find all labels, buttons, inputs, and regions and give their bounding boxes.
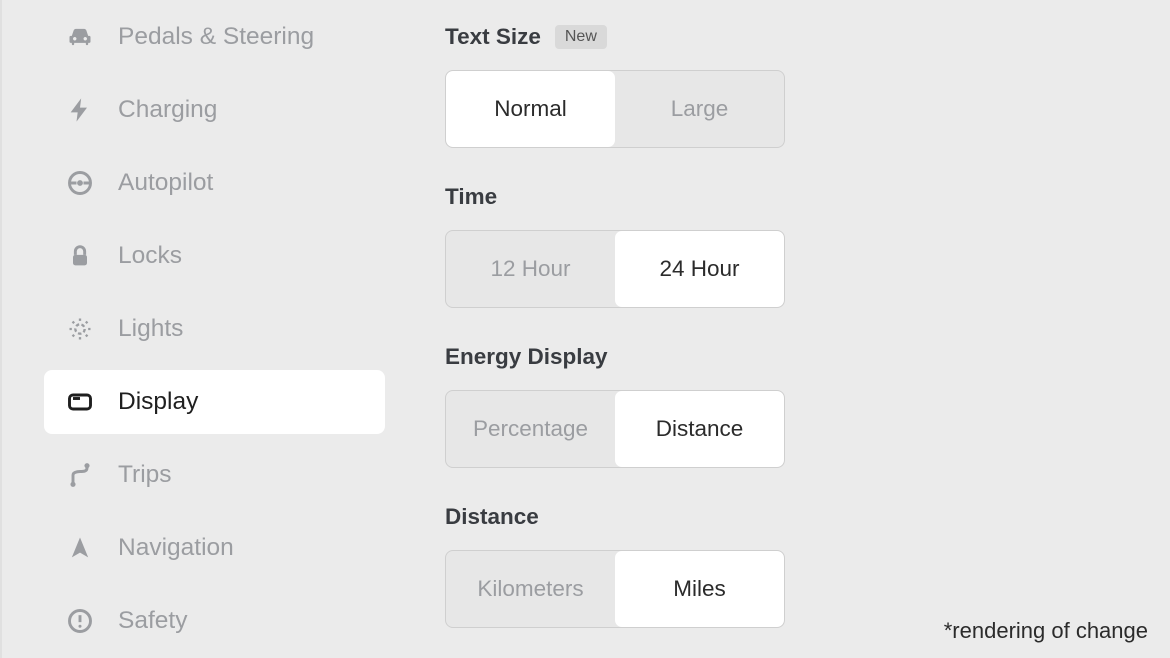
navigation-icon [66,534,94,562]
sidebar-item-trips[interactable]: Trips [44,439,385,512]
steering-wheel-icon [66,169,94,197]
sidebar-item-label: Safety [118,607,187,635]
segmented-energy: Percentage Distance [445,390,785,468]
segment-time-24hour[interactable]: 24 Hour [615,231,784,307]
new-badge: New [555,25,607,49]
setting-energy-display: Energy Display Percentage Distance [445,344,1170,468]
sidebar-item-charging[interactable]: Charging [44,73,385,146]
setting-text-size: Text Size New Normal Large [445,24,1170,148]
sidebar-item-locks[interactable]: Locks [44,219,385,292]
sidebar: Pedals & Steering Charging Autopilot Loc… [10,0,405,658]
trips-icon [66,461,94,489]
display-icon [66,388,94,416]
segmented-text-size: Normal Large [445,70,785,148]
sidebar-item-label: Lights [118,315,183,343]
setting-time: Time 12 Hour 24 Hour [445,184,1170,308]
sidebar-item-label: Locks [118,242,182,270]
segment-text-size-normal[interactable]: Normal [446,71,615,147]
lock-icon [66,242,94,270]
sidebar-item-label: Display [118,388,198,416]
sidebar-item-display[interactable]: Display [44,370,385,433]
sidebar-item-safety[interactable]: Safety [44,585,385,658]
segment-energy-distance[interactable]: Distance [615,391,784,467]
footnote: *rendering of change [944,618,1148,644]
setting-label-distance: Distance [445,504,539,530]
setting-distance: Distance Kilometers Miles [445,504,1170,628]
sidebar-item-lights[interactable]: Lights [44,292,385,365]
sidebar-item-label: Trips [118,461,172,489]
bolt-icon [66,96,94,124]
segment-text-size-large[interactable]: Large [615,71,784,147]
sidebar-item-label: Autopilot [118,169,213,197]
light-icon [66,315,94,343]
safety-icon [66,607,94,635]
setting-label-text-size: Text Size [445,24,541,50]
sidebar-item-autopilot[interactable]: Autopilot [44,146,385,219]
segmented-distance: Kilometers Miles [445,550,785,628]
sidebar-item-pedals-steering[interactable]: Pedals & Steering [44,0,385,73]
segmented-time: 12 Hour 24 Hour [445,230,785,308]
car-icon [66,23,94,51]
setting-label-time: Time [445,184,497,210]
main-content: Text Size New Normal Large Time 12 Hour … [405,0,1170,658]
sidebar-item-label: Charging [118,96,217,124]
segment-energy-percentage[interactable]: Percentage [446,391,615,467]
sidebar-item-label: Pedals & Steering [118,23,314,51]
sidebar-item-label: Navigation [118,534,234,562]
segment-distance-miles[interactable]: Miles [615,551,784,627]
sidebar-item-navigation[interactable]: Navigation [44,512,385,585]
segment-time-12hour[interactable]: 12 Hour [446,231,615,307]
setting-label-energy: Energy Display [445,344,608,370]
segment-distance-km[interactable]: Kilometers [446,551,615,627]
